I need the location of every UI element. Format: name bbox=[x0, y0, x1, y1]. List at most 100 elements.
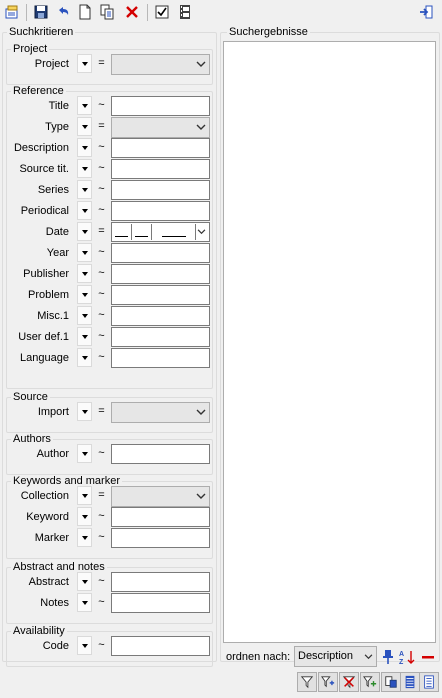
undo-icon[interactable] bbox=[54, 3, 72, 21]
field-misc-1[interactable] bbox=[111, 306, 210, 326]
label-import: Import bbox=[37, 406, 69, 418]
date-day-segment[interactable] bbox=[115, 236, 128, 237]
triangle-down-icon bbox=[81, 187, 88, 192]
label-collection: Collection bbox=[20, 490, 69, 502]
triangle-down-icon bbox=[81, 355, 88, 360]
date-month-segment[interactable] bbox=[135, 236, 148, 237]
combo-collection[interactable] bbox=[111, 486, 210, 507]
triangle-down-icon bbox=[81, 208, 88, 213]
minus-icon[interactable] bbox=[418, 647, 437, 666]
results-list[interactable] bbox=[223, 41, 436, 643]
field-marker[interactable] bbox=[111, 528, 210, 548]
triangle-down-icon bbox=[81, 451, 88, 456]
sort-value: Description bbox=[298, 650, 354, 662]
add-filter-icon bbox=[321, 676, 335, 688]
label-title: Title bbox=[48, 100, 69, 112]
operator-dropdown-button[interactable] bbox=[77, 306, 92, 325]
copy-icon[interactable] bbox=[98, 3, 116, 21]
chevron-down-icon bbox=[196, 61, 206, 67]
field-language[interactable] bbox=[111, 348, 210, 368]
delete-icon[interactable] bbox=[123, 3, 141, 21]
field-user-def-1[interactable] bbox=[111, 327, 210, 347]
operator-dropdown-button[interactable] bbox=[77, 402, 92, 421]
operator-dropdown-button[interactable] bbox=[77, 201, 92, 220]
triangle-down-icon bbox=[81, 600, 88, 605]
operator-symbol: = bbox=[98, 57, 105, 69]
svg-text:Z: Z bbox=[399, 659, 404, 665]
triangle-down-icon bbox=[81, 493, 88, 498]
label-misc-1: Misc.1 bbox=[37, 310, 69, 322]
operator-symbol: = bbox=[98, 405, 105, 417]
copy-to-list-button[interactable] bbox=[381, 672, 401, 692]
sort-combo[interactable]: Description bbox=[294, 646, 377, 667]
triangle-down-icon bbox=[81, 313, 88, 318]
operator-dropdown-button[interactable] bbox=[77, 528, 92, 547]
filter-button[interactable] bbox=[297, 672, 317, 692]
operator-dropdown-button[interactable] bbox=[77, 593, 92, 612]
sort-az-icon[interactable]: AZ bbox=[397, 647, 416, 666]
operator-dropdown-button[interactable] bbox=[77, 138, 92, 157]
operator-symbol: ~ bbox=[98, 246, 105, 258]
combo-project[interactable] bbox=[111, 54, 210, 75]
operator-dropdown-button[interactable] bbox=[77, 243, 92, 262]
field-keyword[interactable] bbox=[111, 507, 210, 527]
field-code[interactable] bbox=[111, 636, 210, 656]
field-problem[interactable] bbox=[111, 285, 210, 305]
add-filter-button[interactable] bbox=[318, 672, 338, 692]
operator-symbol: = bbox=[98, 489, 105, 501]
field-series[interactable] bbox=[111, 180, 210, 200]
operator-dropdown-button[interactable] bbox=[77, 444, 92, 463]
operator-dropdown-button[interactable] bbox=[77, 180, 92, 199]
date-year-segment[interactable] bbox=[162, 236, 186, 237]
exit-icon[interactable] bbox=[417, 3, 435, 21]
field-publisher[interactable] bbox=[111, 264, 210, 284]
operator-dropdown-button[interactable] bbox=[77, 507, 92, 526]
chevron-down-icon bbox=[196, 409, 206, 415]
operator-dropdown-button[interactable] bbox=[77, 285, 92, 304]
save-icon[interactable] bbox=[32, 3, 50, 21]
operator-symbol: = bbox=[98, 120, 105, 132]
operator-dropdown-button[interactable] bbox=[77, 348, 92, 367]
list-detail-icon bbox=[424, 675, 434, 689]
field-abstract[interactable] bbox=[111, 572, 210, 592]
field-description[interactable] bbox=[111, 138, 210, 158]
film-strip-icon[interactable] bbox=[176, 3, 194, 21]
list-detail-button[interactable] bbox=[419, 672, 439, 692]
remove-filter-button[interactable] bbox=[339, 672, 359, 692]
operator-dropdown-button[interactable] bbox=[77, 486, 92, 505]
field-notes[interactable] bbox=[111, 593, 210, 613]
operator-dropdown-button[interactable] bbox=[77, 636, 92, 655]
field-year[interactable] bbox=[111, 243, 210, 263]
triangle-down-icon bbox=[81, 124, 88, 129]
label-date: Date bbox=[45, 226, 69, 238]
operator-dropdown-button[interactable] bbox=[77, 327, 92, 346]
pin-icon[interactable] bbox=[378, 647, 397, 666]
copy-to-list-icon bbox=[385, 676, 397, 688]
chevron-down-icon[interactable] bbox=[197, 229, 206, 235]
criteria-title: Suchkritieren bbox=[7, 26, 76, 38]
new-query-icon[interactable] bbox=[3, 3, 21, 21]
operator-dropdown-button[interactable] bbox=[77, 222, 92, 241]
triangle-down-icon bbox=[81, 535, 88, 540]
date-picker[interactable] bbox=[111, 222, 210, 242]
toolbar-separator bbox=[147, 4, 148, 21]
add-to-list-button[interactable] bbox=[360, 672, 380, 692]
operator-dropdown-button[interactable] bbox=[77, 572, 92, 591]
combo-type[interactable] bbox=[111, 117, 210, 138]
field-author[interactable] bbox=[111, 444, 210, 464]
toolbar bbox=[0, 0, 442, 25]
operator-dropdown-button[interactable] bbox=[77, 117, 92, 136]
operator-dropdown-button[interactable] bbox=[77, 96, 92, 115]
checkbox-icon[interactable] bbox=[153, 3, 171, 21]
combo-import[interactable] bbox=[111, 402, 210, 423]
operator-dropdown-button[interactable] bbox=[77, 54, 92, 73]
label-series: Series bbox=[37, 184, 69, 196]
field-periodical[interactable] bbox=[111, 201, 210, 221]
operator-dropdown-button[interactable] bbox=[77, 264, 92, 283]
new-document-icon[interactable] bbox=[76, 3, 94, 21]
list-button[interactable] bbox=[400, 672, 420, 692]
field-title[interactable] bbox=[111, 96, 210, 116]
field-source-tit[interactable] bbox=[111, 159, 210, 179]
list-icon bbox=[405, 675, 415, 689]
operator-dropdown-button[interactable] bbox=[77, 159, 92, 178]
